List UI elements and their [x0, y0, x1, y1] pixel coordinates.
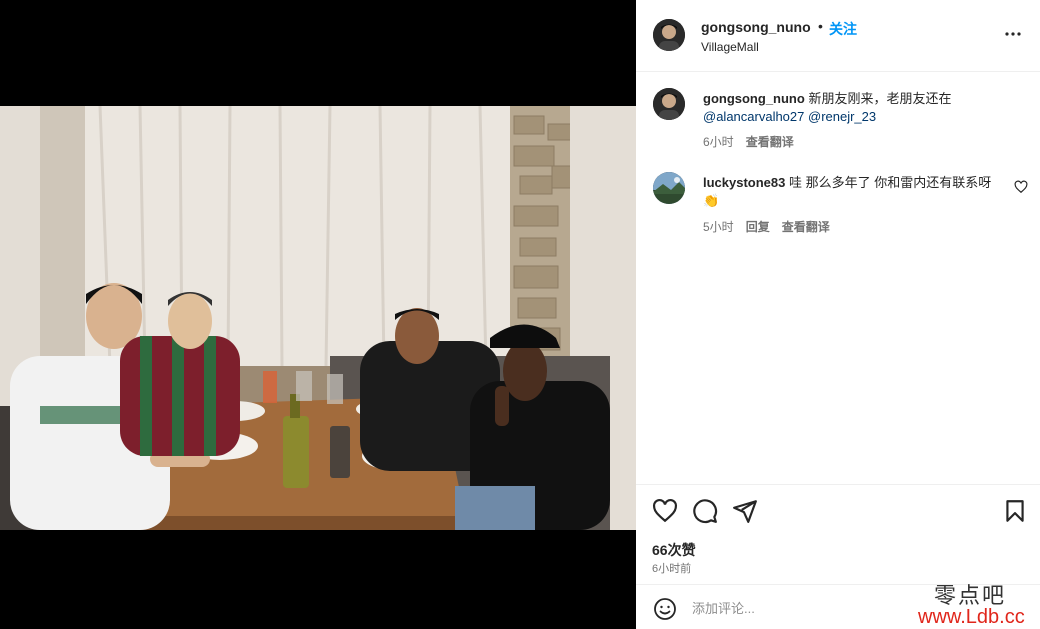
comment-text: luckystone83 哇 那么多年了 你和雷内还有联系呀 👏 — [703, 174, 1003, 210]
comment-icon[interactable] — [692, 498, 718, 524]
caption-text: gongsong_nuno 新朋友刚来，老朋友还在 @alancarvalho2… — [703, 90, 1003, 126]
more-icon[interactable] — [1001, 22, 1025, 46]
mention-link[interactable]: @alancarvalho27 — [703, 109, 804, 124]
caption-avatar[interactable] — [653, 88, 685, 120]
comment-like-icon[interactable] — [1014, 180, 1028, 194]
reply-button[interactable]: 回复 — [746, 220, 770, 234]
post-actions: 66次赞 6小时前 — [636, 484, 1040, 584]
group-dinner-photo — [0, 106, 636, 530]
caption-time[interactable]: 6小时 — [703, 135, 734, 149]
comment-author[interactable]: luckystone83 — [703, 175, 785, 190]
see-translation-link[interactable]: 查看翻译 — [782, 220, 830, 234]
post-time: 6小时前 — [652, 563, 692, 575]
follow-button[interactable]: 关注 — [829, 19, 857, 39]
mention-link[interactable]: @renejr_23 — [808, 109, 876, 124]
separator-dot: • — [818, 18, 823, 34]
caption-body: 新朋友刚来，老朋友还在 — [808, 91, 952, 106]
see-translation-link[interactable]: 查看翻译 — [746, 135, 794, 149]
watermark-url: www.Ldb.cc — [918, 606, 1025, 628]
post-side-panel: gongsong_nuno • 关注 VillageMall gongsong_… — [636, 0, 1040, 629]
caption-author[interactable]: gongsong_nuno — [703, 91, 805, 106]
like-count[interactable]: 66次赞 — [652, 540, 696, 560]
post-photo[interactable] — [0, 106, 636, 530]
emoji-icon[interactable] — [653, 597, 677, 621]
post-media — [0, 0, 636, 629]
comment-time[interactable]: 5小时 — [703, 220, 734, 234]
post-header: gongsong_nuno • 关注 VillageMall — [636, 0, 1040, 72]
location-link[interactable]: VillageMall — [701, 40, 759, 54]
commenter-avatar[interactable] — [653, 172, 685, 204]
comment-meta: 5小时 回复 查看翻译 — [703, 218, 842, 235]
caption-meta: 6小时 查看翻译 — [703, 133, 806, 150]
author-username[interactable]: gongsong_nuno — [701, 19, 811, 35]
author-avatar[interactable] — [653, 19, 685, 51]
heart-icon[interactable] — [652, 498, 678, 524]
send-icon[interactable] — [732, 498, 758, 524]
bookmark-icon[interactable] — [1002, 498, 1028, 524]
